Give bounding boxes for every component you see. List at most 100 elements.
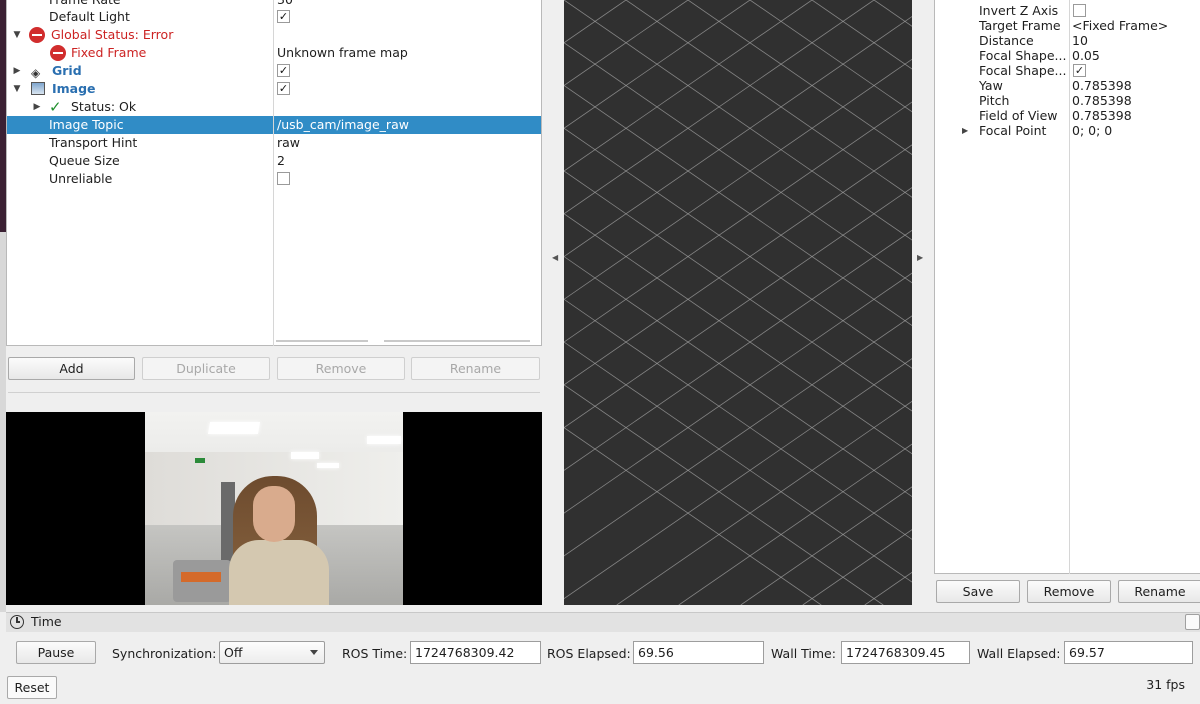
queue-size-value[interactable]: 2 (277, 152, 285, 170)
yaw-value[interactable]: 0.785398 (1072, 78, 1132, 93)
focal-shape-size-label: Focal Shape... (979, 48, 1067, 63)
focal-point-value[interactable]: 0; 0; 0 (1072, 123, 1112, 138)
views-properties[interactable]: Invert Z Axis Target Frame <Fixed Frame>… (934, 0, 1200, 574)
grid-line (253, 0, 1132, 606)
render-3d-view[interactable] (0, 0, 1200, 606)
tree-row-transport-hint[interactable]: Transport Hint raw (7, 134, 541, 152)
focal-shape-fixed-checkbox[interactable]: ✓ (1073, 64, 1086, 77)
prop-focal-point[interactable]: ▶ Focal Point 0; 0; 0 (935, 123, 1200, 138)
wall-elapsed-label: Wall Elapsed: (977, 646, 1061, 661)
prop-invert-z[interactable]: Invert Z Axis (935, 3, 1200, 18)
pitch-label: Pitch (979, 93, 1010, 108)
column-divider[interactable] (273, 0, 274, 346)
add-button[interactable]: Add (8, 357, 135, 380)
grid-label: Grid (52, 63, 82, 78)
transport-hint-value[interactable]: raw (277, 134, 300, 152)
tree-row-status-ok[interactable]: ▶ ✓ Status: Ok (7, 98, 541, 116)
grid-line (811, 0, 1200, 269)
prop-field-of-view[interactable]: Field of View 0.785398 (935, 108, 1200, 123)
field-of-view-value[interactable]: 0.785398 (1072, 108, 1132, 123)
clock-icon (10, 615, 24, 629)
unreliable-checkbox[interactable] (277, 172, 290, 185)
grid-line (67, 0, 946, 606)
time-panel-title: Time (31, 614, 62, 629)
image-icon (31, 82, 45, 95)
ros-time-field[interactable]: 1724768309.42 (410, 641, 541, 664)
time-panel-titlebar[interactable] (6, 612, 1200, 632)
save-view-button[interactable]: Save (936, 580, 1020, 603)
prop-target-frame[interactable]: Target Frame <Fixed Frame> (935, 18, 1200, 33)
chevron-down-icon (310, 650, 318, 655)
wall-elapsed-field[interactable]: 69.57 (1064, 641, 1193, 664)
tree-row-global-status[interactable]: ▼ Global Status: Error (7, 26, 541, 44)
prop-focal-shape-size[interactable]: Focal Shape... 0.05 (935, 48, 1200, 63)
expand-arrow-icon[interactable]: ▶ (31, 98, 43, 116)
tree-row-image[interactable]: ▼ Image ✓ (7, 80, 541, 98)
grid-line (0, 0, 689, 475)
tree-row-fixed-frame[interactable]: Fixed Frame Unknown frame map (7, 44, 541, 62)
grid-line (740, 287, 1200, 606)
tree-row-unreliable[interactable]: Unreliable (7, 170, 541, 188)
grid-checkbox[interactable]: ✓ (277, 64, 290, 77)
sync-value: Off (224, 645, 243, 660)
focal-shape-size-value[interactable]: 0.05 (1072, 48, 1100, 63)
invert-z-checkbox[interactable] (1073, 4, 1086, 17)
yaw-label: Yaw (979, 78, 1003, 93)
expand-arrow-icon[interactable]: ▶ (11, 62, 23, 80)
prop-pitch[interactable]: Pitch 0.785398 (935, 93, 1200, 108)
wall-time-field[interactable]: 1724768309.45 (841, 641, 970, 664)
status-ok-label: Status: Ok (71, 99, 137, 114)
ros-elapsed-label: ROS Elapsed: (547, 646, 631, 661)
target-frame-label: Target Frame (979, 18, 1061, 33)
image-checkbox[interactable]: ✓ (277, 82, 290, 95)
image-label: Image (52, 81, 96, 96)
ros-elapsed-field[interactable]: 69.56 (633, 641, 764, 664)
image-topic-value[interactable]: /usb_cam/image_raw (277, 116, 409, 134)
displays-tree[interactable]: Frame Rate 30 Default Light ✓ ▼ Global S… (6, 0, 542, 346)
close-panel-button[interactable] (1185, 614, 1200, 630)
unreliable-label: Unreliable (49, 171, 113, 186)
grid-line (377, 0, 1200, 568)
collapse-arrow-icon[interactable]: ▼ (11, 80, 23, 98)
prop-yaw[interactable]: Yaw 0.785398 (935, 78, 1200, 93)
reset-button[interactable]: Reset (7, 676, 57, 699)
grid-line (182, 0, 1061, 606)
pitch-value[interactable]: 0.785398 (1072, 93, 1132, 108)
invert-z-label: Invert Z Axis (979, 3, 1059, 18)
grid-line (5, 0, 884, 606)
grid-line (306, 0, 1185, 606)
collapse-right-arrow-icon[interactable]: ▶ (917, 253, 923, 262)
tree-row-default-light[interactable]: Default Light ✓ (7, 8, 541, 26)
grid-line (0, 0, 813, 561)
rename-view-button[interactable]: Rename (1118, 580, 1200, 603)
grid-line (616, 202, 1200, 606)
sync-dropdown[interactable]: Off (219, 641, 325, 664)
collapse-arrow-icon[interactable]: ▼ (11, 26, 23, 44)
prop-distance[interactable]: Distance 10 (935, 33, 1200, 48)
grid-line (873, 0, 1200, 226)
tree-row-image-topic[interactable]: Image Topic /usb_cam/image_raw (7, 116, 541, 134)
collapse-left-arrow-icon[interactable]: ◀ (552, 253, 558, 262)
rename-button[interactable]: Rename (411, 357, 540, 380)
default-light-checkbox[interactable]: ✓ (277, 10, 290, 23)
column-divider[interactable] (1069, 0, 1070, 574)
horizontal-scrollbar[interactable] (276, 338, 530, 344)
grid-line (191, 0, 1070, 606)
focal-shape-fixed-label: Focal Shape... (979, 63, 1067, 78)
duplicate-button[interactable]: Duplicate (142, 357, 270, 380)
remove-view-button[interactable]: Remove (1027, 580, 1111, 603)
prop-focal-shape-fixed[interactable]: Focal Shape... ✓ (935, 63, 1200, 78)
tree-row-queue-size[interactable]: Queue Size 2 (7, 152, 541, 170)
pause-button[interactable]: Pause (16, 641, 96, 664)
grid-line (0, 0, 875, 604)
expand-arrow-icon[interactable]: ▶ (962, 123, 968, 138)
grid-line (244, 0, 1123, 606)
image-topic-label: Image Topic (49, 117, 124, 132)
camera-image (145, 412, 403, 605)
remove-button[interactable]: Remove (277, 357, 405, 380)
distance-value[interactable]: 10 (1072, 33, 1088, 48)
tree-row-grid[interactable]: ▶ ◈ Grid ✓ (7, 62, 541, 80)
sync-label: Synchronization: (112, 646, 217, 661)
button-row-shadow (8, 389, 540, 393)
target-frame-value[interactable]: <Fixed Frame> (1072, 18, 1168, 33)
